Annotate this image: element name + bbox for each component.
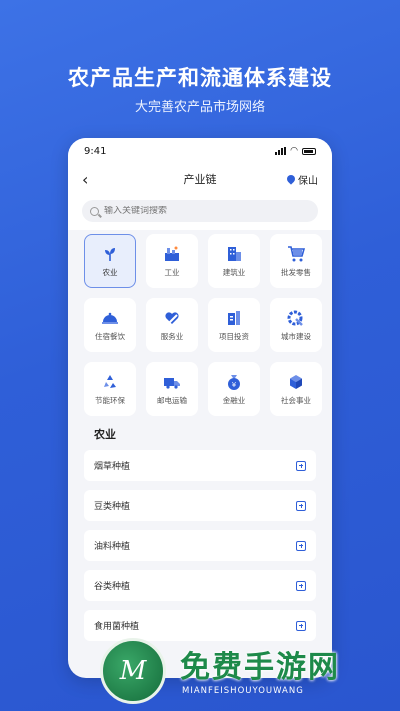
nav-bar: ‹ 产业链 保山 [68, 164, 332, 194]
category-label: 项目投资 [219, 331, 249, 341]
dish-cover-icon [101, 309, 119, 327]
cart-icon [287, 245, 305, 263]
signal-icon [275, 147, 287, 155]
building-icon [225, 245, 243, 263]
category-agriculture[interactable]: 农业 [84, 234, 136, 288]
watermark: M 免费手游网 MIANFEISHOUYOUWANG [100, 632, 396, 706]
list-item[interactable]: 豆类种植 [84, 490, 316, 521]
category-label: 农业 [102, 267, 118, 277]
status-time: 9:41 [84, 145, 107, 157]
search-input[interactable] [104, 206, 284, 216]
category-label: 住宿餐饮 [95, 331, 125, 341]
expand-plus-icon[interactable] [296, 580, 306, 591]
category-social-affairs[interactable]: 社会事业 [270, 362, 322, 416]
category-label: 服务业 [160, 331, 184, 341]
category-industry[interactable]: 工业 [146, 234, 198, 288]
category-energy-saving[interactable]: 节能环保 [84, 362, 136, 416]
recycle-icon [101, 373, 119, 391]
location-pin-icon [285, 173, 297, 185]
category-label: 社会事业 [281, 395, 311, 405]
list-item-label: 油料种植 [94, 542, 131, 552]
category-label: 工业 [164, 267, 180, 277]
phone-screen: 9:41 ◠ ‹ 产业链 保山 农业 工业 [68, 138, 332, 678]
location-label: 保山 [298, 175, 318, 187]
subcategory-list: 烟草种植 豆类种植 油料种植 谷类种植 食用菌种植 [68, 442, 332, 641]
hero-title: 农产品生产和流通体系建设 [68, 66, 332, 90]
watermark-subtext: MIANFEISHOUYOUWANG [182, 686, 304, 696]
hero-subtitle: 大完善农产品市场网络 [134, 100, 265, 115]
category-finance[interactable]: ¥ 金融业 [208, 362, 260, 416]
watermark-logo-icon: M [100, 638, 166, 704]
svg-text:¥: ¥ [232, 381, 237, 389]
expand-plus-icon[interactable] [296, 500, 306, 511]
list-item-label: 烟草种植 [94, 462, 131, 472]
watermark-text: 免费手游网 [180, 650, 340, 685]
sprout-icon [101, 245, 119, 263]
category-label: 节能环保 [95, 395, 125, 405]
category-construction[interactable]: 建筑业 [208, 234, 260, 288]
list-item-label: 谷类种植 [94, 582, 131, 592]
list-item[interactable]: 烟草种植 [84, 450, 316, 481]
list-item[interactable]: 油料种植 [84, 530, 316, 561]
expand-plus-icon[interactable] [296, 540, 306, 551]
category-accommodation[interactable]: 住宿餐饮 [84, 298, 136, 352]
cube-icon [287, 373, 305, 391]
search-icon [90, 206, 99, 216]
category-services[interactable]: 服务业 [146, 298, 198, 352]
truck-icon [163, 373, 181, 391]
category-label: 城市建设 [281, 331, 311, 341]
location-selector[interactable]: 保山 [278, 172, 318, 187]
back-icon[interactable]: ‹ [82, 170, 122, 189]
category-urban-construction[interactable]: 城市建设 [270, 298, 322, 352]
category-label: 邮电运输 [157, 395, 187, 405]
expand-plus-icon[interactable] [296, 620, 306, 631]
expand-plus-icon[interactable] [296, 460, 306, 471]
factory-icon [163, 245, 181, 263]
section-title: 农业 [94, 428, 116, 441]
category-wholesale-retail[interactable]: 批发零售 [270, 234, 322, 288]
money-bag-icon: ¥ [225, 373, 243, 391]
wifi-icon: ◠ [290, 145, 298, 156]
category-grid: 农业 工业 建筑业 批发零售 住宿餐饮 服务业 项目投资 城市建设 节能环保 邮… [68, 230, 332, 416]
category-project-investment[interactable]: 项目投资 [208, 298, 260, 352]
category-label: 批发零售 [281, 267, 311, 277]
search-bar [68, 194, 332, 230]
gear-wrench-icon [287, 309, 305, 327]
page-title: 产业链 [183, 173, 217, 186]
list-item-label: 食用菌种植 [94, 622, 140, 632]
category-post-transport[interactable]: 邮电运输 [146, 362, 198, 416]
category-label: 建筑业 [222, 267, 246, 277]
search-box[interactable] [82, 200, 318, 222]
status-bar: 9:41 ◠ [68, 138, 332, 164]
heart-hand-icon [163, 309, 181, 327]
category-label: 金融业 [222, 395, 246, 405]
chart-building-icon [225, 309, 243, 327]
list-item[interactable]: 谷类种植 [84, 570, 316, 601]
list-item-label: 豆类种植 [94, 502, 131, 512]
battery-icon [302, 147, 316, 155]
status-icons: ◠ [275, 145, 316, 156]
